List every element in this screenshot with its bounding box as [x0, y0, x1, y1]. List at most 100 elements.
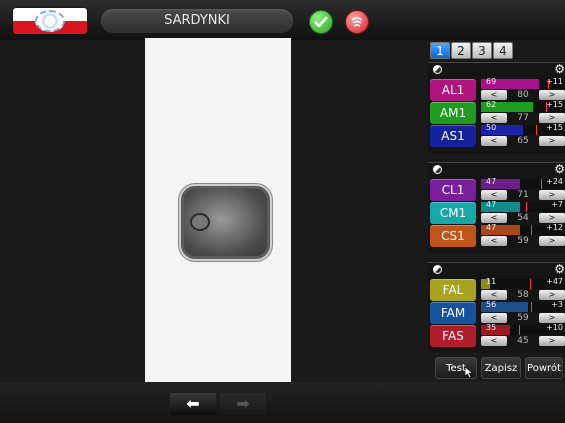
gauge-value: 50	[486, 123, 497, 132]
gauge-marker	[529, 279, 531, 289]
decrease-button[interactable]: <	[481, 313, 507, 323]
gauge-offset: +12	[546, 223, 563, 232]
decrease-button[interactable]: <	[481, 190, 507, 200]
gauge-marker	[526, 202, 528, 212]
decrease-button[interactable]: <	[481, 213, 507, 223]
logo-emblem-icon	[35, 10, 65, 32]
increase-button[interactable]: >	[539, 90, 565, 100]
gauge-value: 62	[486, 100, 497, 109]
param-label[interactable]: CM1	[430, 202, 476, 224]
threshold-value: 59	[517, 236, 529, 246]
gauge-marker	[518, 325, 520, 335]
gauge-offset: +10	[546, 323, 563, 332]
decrease-button[interactable]: <	[481, 90, 507, 100]
tab-4[interactable]: 4	[493, 42, 513, 59]
step-control: <45 >	[481, 336, 565, 347]
increase-button[interactable]: >	[539, 290, 565, 300]
param-row-FAM: FAM 56 +3 <59 >	[430, 300, 565, 324]
gauge-offset: +47	[546, 277, 563, 286]
gauge-value: 47	[486, 177, 497, 186]
gauge-marker	[540, 179, 542, 189]
param-label[interactable]: CL1	[430, 179, 476, 201]
decrease-button[interactable]: <	[481, 136, 507, 146]
contrast-icon[interactable]	[433, 65, 442, 74]
param-row-FAL: FAL 11 +47 <58 >	[430, 277, 565, 301]
level-gauge: 47 +24	[481, 177, 565, 189]
increase-button[interactable]: >	[539, 236, 565, 246]
gauge-offset: +15	[546, 100, 563, 109]
param-label[interactable]: AS1	[430, 125, 476, 147]
can-ring-pull	[190, 213, 210, 231]
level-gauge: 69 +11	[481, 77, 565, 89]
gauge-marker	[530, 225, 532, 235]
gauge-value: 47	[486, 200, 497, 209]
param-label[interactable]: FAS	[430, 325, 476, 347]
tab-2[interactable]: 2	[451, 42, 471, 59]
bottom-bar	[0, 382, 565, 423]
decrease-button[interactable]: <	[481, 290, 507, 300]
param-label[interactable]: AM1	[430, 102, 476, 124]
panel-a: ⚙ AL1 69 +11 <80 > AM1 62 +15 <77 > AS1 50 +15 <65 >	[428, 62, 565, 153]
increase-button[interactable]: >	[539, 213, 565, 223]
save-button[interactable]: Zapisz	[481, 357, 521, 379]
level-gauge: 11 +47	[481, 277, 565, 289]
cancel-lamp-icon[interactable]	[345, 10, 369, 34]
back-button[interactable]: Powrót	[525, 357, 563, 379]
param-label[interactable]: CS1	[430, 225, 476, 247]
param-row-AM1: AM1 62 +15 <77 >	[430, 100, 565, 124]
increase-button[interactable]: >	[539, 190, 565, 200]
prev-image-button[interactable]: ⬅	[170, 393, 216, 415]
param-row-FAS: FAS 35 +10 <45 >	[430, 323, 565, 347]
gauge-value: 56	[486, 300, 497, 309]
panel-c: ⚙ CL1 47 +24 <71 > CM1 47 +7 <54 > CS1 47 +12 <59 >	[428, 162, 565, 253]
contrast-icon[interactable]	[433, 165, 442, 174]
gear-icon[interactable]: ⚙	[554, 262, 565, 276]
increase-button[interactable]: >	[539, 113, 565, 123]
next-image-button[interactable]: ➡	[220, 393, 266, 415]
mouse-cursor-icon	[465, 367, 473, 378]
tab-1[interactable]: 1	[430, 42, 450, 59]
threshold-value: 45	[517, 336, 529, 346]
increase-button[interactable]: >	[539, 136, 565, 146]
param-label[interactable]: FAL	[430, 279, 476, 301]
param-row-AL1: AL1 69 +11 <80 >	[430, 77, 565, 101]
threshold-value: 80	[517, 90, 529, 100]
param-row-CL1: CL1 47 +24 <71 >	[430, 177, 565, 201]
level-gauge: 35 +10	[481, 323, 565, 335]
gear-icon[interactable]: ⚙	[554, 62, 565, 76]
param-label[interactable]: AL1	[430, 79, 476, 101]
gear-icon[interactable]: ⚙	[554, 162, 565, 176]
gauge-offset: +7	[551, 200, 563, 209]
decrease-button[interactable]: <	[481, 113, 507, 123]
gauge-value: 69	[486, 77, 497, 86]
threshold-value: 59	[517, 313, 529, 323]
threshold-value: 54	[517, 213, 529, 223]
threshold-value: 58	[517, 290, 529, 300]
gauge-offset: +3	[551, 300, 563, 309]
param-row-CS1: CS1 47 +12 <59 >	[430, 223, 565, 247]
increase-button[interactable]: >	[539, 313, 565, 323]
decrease-button[interactable]: <	[481, 336, 507, 346]
gauge-offset: +15	[546, 123, 563, 132]
param-label[interactable]: FAM	[430, 302, 476, 324]
decrease-button[interactable]: <	[481, 236, 507, 246]
gauge-marker	[530, 302, 532, 312]
param-row-AS1: AS1 50 +15 <65 >	[430, 123, 565, 147]
level-gauge: 50 +15	[481, 123, 565, 135]
page-title: SARDYNKI	[101, 9, 293, 33]
level-gauge: 47 +7	[481, 200, 565, 212]
gauge-value: 47	[486, 223, 497, 232]
threshold-value: 71	[517, 190, 529, 200]
gauge-value: 11	[486, 277, 497, 286]
increase-button[interactable]: >	[539, 336, 565, 346]
contrast-icon[interactable]	[433, 265, 442, 274]
checkmark-icon[interactable]	[309, 10, 333, 34]
threshold-value: 65	[517, 136, 529, 146]
tab-3[interactable]: 3	[472, 42, 492, 59]
step-control: <65 >	[481, 136, 565, 147]
level-gauge: 47 +12	[481, 223, 565, 235]
gauge-value: 35	[486, 323, 497, 332]
sardine-can-image	[181, 186, 270, 259]
gauge-offset: +24	[546, 177, 563, 186]
step-control: <59 >	[481, 236, 565, 247]
